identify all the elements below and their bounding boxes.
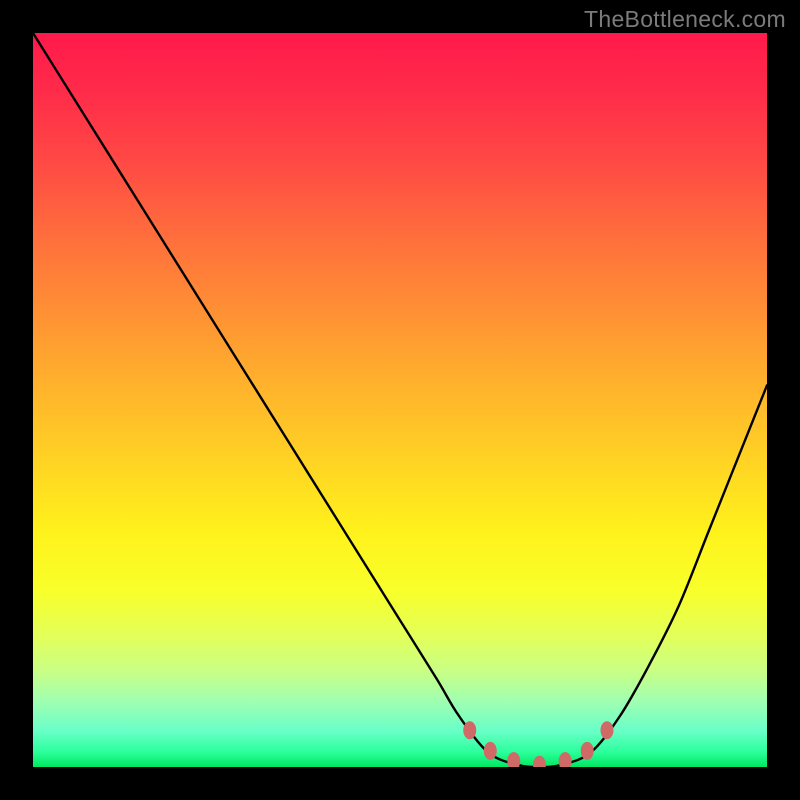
optimal-range-markers	[33, 33, 767, 767]
marker-dot	[581, 742, 594, 760]
chart-frame: TheBottleneck.com	[0, 0, 800, 800]
marker-dot	[463, 721, 476, 739]
watermark-label: TheBottleneck.com	[584, 6, 786, 33]
plot-area	[33, 33, 767, 767]
marker-dot	[559, 752, 572, 767]
marker-dot	[484, 742, 497, 760]
marker-dot	[600, 721, 613, 739]
marker-dot	[507, 752, 520, 767]
marker-dot	[533, 756, 546, 767]
